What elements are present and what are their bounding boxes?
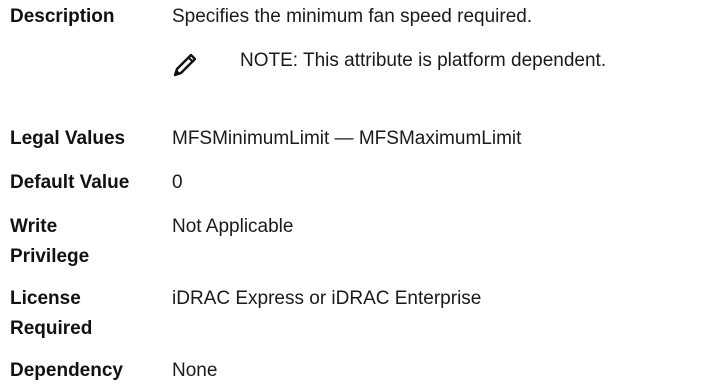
license-required-label-line2: Required — [10, 318, 93, 339]
note-text: NOTE: This attribute is platform depende… — [240, 46, 606, 76]
dependency-value: None — [172, 360, 218, 381]
write-privilege-value: Not Applicable — [172, 216, 294, 237]
row-write-privilege: Write Privilege Not Applicable — [10, 212, 721, 272]
row-default-value: Default Value 0 — [10, 168, 721, 198]
default-value-label: Default Value — [10, 172, 130, 193]
license-required-value: iDRAC Express or iDRAC Enterprise — [172, 288, 482, 309]
write-privilege-label: Write Privilege — [10, 212, 170, 272]
row-dependency: Dependency None — [10, 356, 721, 386]
note-box: NOTE: This attribute is platform depende… — [172, 46, 721, 86]
license-required-label: License Required — [10, 284, 170, 344]
pencil-icon — [173, 53, 197, 77]
row-license-required: License Required iDRAC Express or iDRAC … — [10, 284, 721, 344]
license-required-label-line1: License — [10, 288, 81, 309]
description-label: Description — [10, 6, 115, 27]
write-privilege-label-line2: Privilege — [10, 246, 90, 267]
write-privilege-label-line1: Write — [10, 216, 58, 237]
legal-values-label: Legal Values — [10, 128, 126, 149]
default-value-value: 0 — [172, 172, 183, 193]
legal-values-value: MFSMinimumLimit — MFSMaximumLimit — [172, 128, 522, 149]
note-body: This attribute is platform dependent. — [298, 50, 607, 71]
row-legal-values: Legal Values MFSMinimumLimit — MFSMaximu… — [10, 124, 721, 154]
row-description: Description Specifies the minimum fan sp… — [10, 2, 721, 92]
note-prefix: NOTE: — [240, 50, 299, 71]
description-value: Specifies the minimum fan speed required… — [172, 6, 533, 27]
dependency-label: Dependency — [10, 360, 123, 381]
